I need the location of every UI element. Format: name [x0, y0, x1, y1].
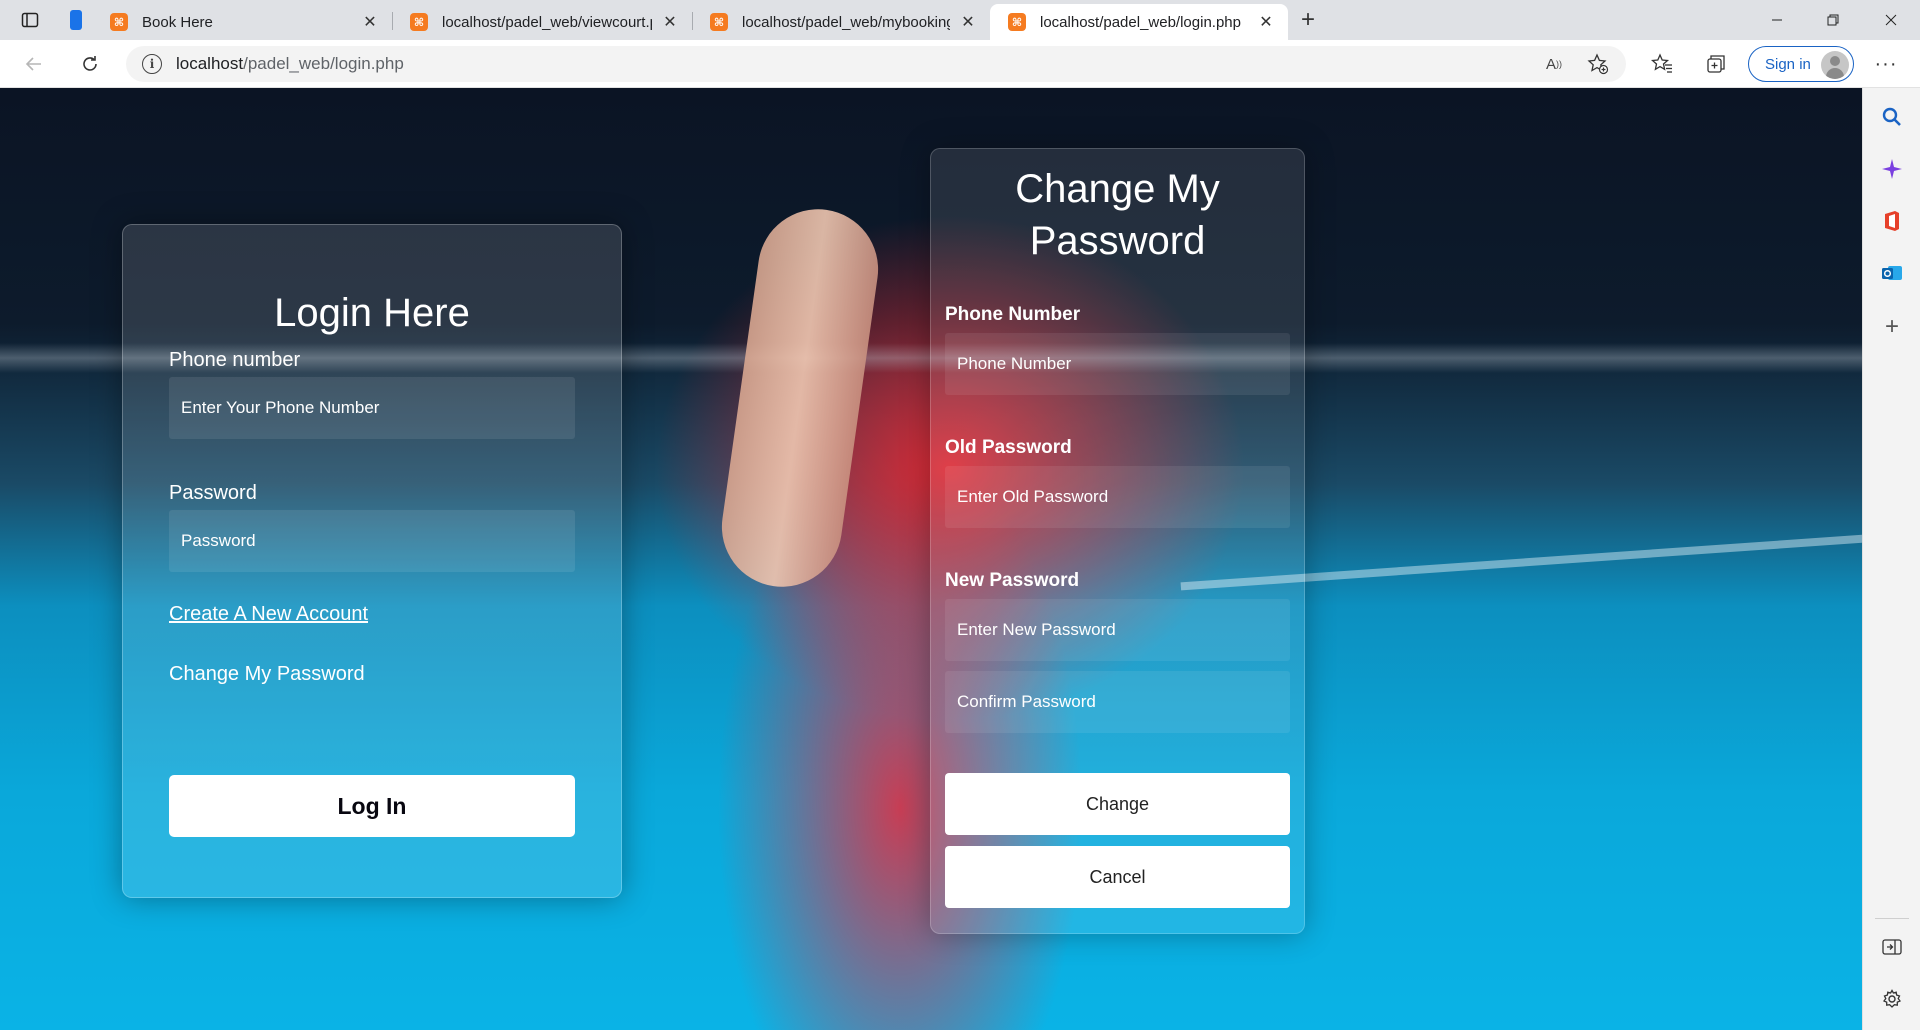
hide-sidebar-icon[interactable]	[1879, 934, 1905, 960]
tab-actions-icon[interactable]	[16, 6, 44, 34]
close-tab-icon[interactable]: ✕	[360, 12, 380, 32]
info-icon[interactable]: i	[142, 54, 162, 74]
add-sidebar-app-icon[interactable]: +	[1879, 313, 1905, 340]
change-password-title-line1: Change My	[1015, 167, 1220, 211]
tab-title: Book Here	[142, 13, 213, 31]
tab-mybooking[interactable]: ⌘ localhost/padel_web/mybooking ✕	[692, 4, 990, 40]
xampp-favicon-icon: ⌘	[110, 13, 128, 31]
login-button[interactable]: Log In	[169, 775, 575, 837]
old-password-label: Old Password	[945, 437, 1072, 458]
address-bar[interactable]: i localhost/padel_web/login.php	[126, 46, 1626, 82]
old-password-input[interactable]: Enter Old Password	[945, 466, 1290, 528]
close-window-icon[interactable]	[1864, 0, 1918, 40]
add-favorite-icon[interactable]	[1584, 50, 1612, 78]
back-icon[interactable]	[20, 50, 48, 78]
tab-viewcourt[interactable]: ⌘ localhost/padel_web/viewcourt.p ✕	[392, 4, 692, 40]
tab-book-here[interactable]: ⌘ Book Here ✕	[92, 4, 392, 40]
new-tab-button[interactable]: +	[1294, 6, 1322, 34]
collections-icon[interactable]	[1702, 50, 1730, 78]
sign-in-label: Sign in	[1765, 55, 1811, 73]
tab-title: localhost/padel_web/mybooking	[742, 13, 950, 31]
xampp-favicon-icon: ⌘	[710, 13, 728, 31]
sidebar-divider	[1875, 918, 1909, 919]
change-password-form: Change My Password Phone Number Phone Nu…	[930, 148, 1305, 934]
settings-gear-icon[interactable]	[1879, 986, 1905, 1012]
close-tab-icon[interactable]: ✕	[1256, 12, 1276, 32]
change-password-link[interactable]: Change My Password	[169, 663, 365, 686]
password-input[interactable]: Password	[169, 510, 575, 572]
password-label: Password	[169, 482, 257, 504]
tab-strip: ⌘ Book Here ✕ ⌘ localhost/padel_web/view…	[0, 0, 1920, 40]
address-path: /padel_web/login.php	[243, 54, 404, 73]
cancel-button[interactable]: Cancel	[945, 846, 1290, 908]
tab-title: localhost/padel_web/viewcourt.p	[442, 13, 652, 31]
create-account-link[interactable]: Create A New Account	[169, 603, 368, 626]
new-password-input[interactable]: Enter New Password	[945, 599, 1290, 661]
change-button[interactable]: Change	[945, 773, 1290, 835]
phone-label: Phone number	[169, 349, 301, 371]
favorites-icon[interactable]	[1648, 50, 1676, 78]
page-background: Login Here Phone number Enter Your Phone…	[0, 88, 1862, 1030]
workspaces-icon[interactable]	[62, 6, 90, 34]
player-arm-decoration	[714, 201, 886, 595]
close-tab-icon[interactable]: ✕	[958, 12, 978, 32]
tab-title: localhost/padel_web/login.php	[1040, 13, 1241, 31]
cp-phone-label: Phone Number	[945, 304, 1081, 325]
more-options-icon[interactable]: ···	[1872, 50, 1900, 78]
search-icon[interactable]	[1879, 104, 1905, 130]
read-aloud-icon[interactable]: A))	[1540, 50, 1568, 78]
xampp-favicon-icon: ⌘	[410, 13, 428, 31]
tab-login[interactable]: ⌘ localhost/padel_web/login.php ✕	[990, 4, 1288, 40]
refresh-icon[interactable]	[76, 50, 104, 78]
xampp-favicon-icon: ⌘	[1008, 13, 1026, 31]
close-tab-icon[interactable]: ✕	[660, 12, 680, 32]
address-host: localhost	[176, 54, 244, 73]
minimize-icon[interactable]	[1750, 0, 1804, 40]
avatar	[1821, 51, 1849, 79]
login-title: Login Here	[274, 291, 470, 335]
cp-phone-input[interactable]: Phone Number	[945, 333, 1290, 395]
office-icon[interactable]	[1879, 208, 1905, 234]
outlook-icon[interactable]	[1879, 260, 1905, 286]
new-password-label: New Password	[945, 570, 1080, 591]
change-password-title-line2: Password	[1029, 219, 1206, 263]
confirm-password-input[interactable]: Confirm Password	[945, 671, 1290, 733]
sign-in-button[interactable]: Sign in	[1748, 46, 1854, 82]
browser-toolbar: i localhost/padel_web/login.php A)) Sign…	[0, 40, 1920, 88]
edge-sidebar: +	[1862, 88, 1920, 1030]
login-form: Login Here Phone number Enter Your Phone…	[122, 224, 622, 898]
change-password-title: Change My Password	[931, 163, 1304, 267]
restore-icon[interactable]	[1806, 0, 1860, 40]
phone-input[interactable]: Enter Your Phone Number	[169, 377, 575, 439]
copilot-sparkle-icon[interactable]	[1879, 156, 1905, 182]
